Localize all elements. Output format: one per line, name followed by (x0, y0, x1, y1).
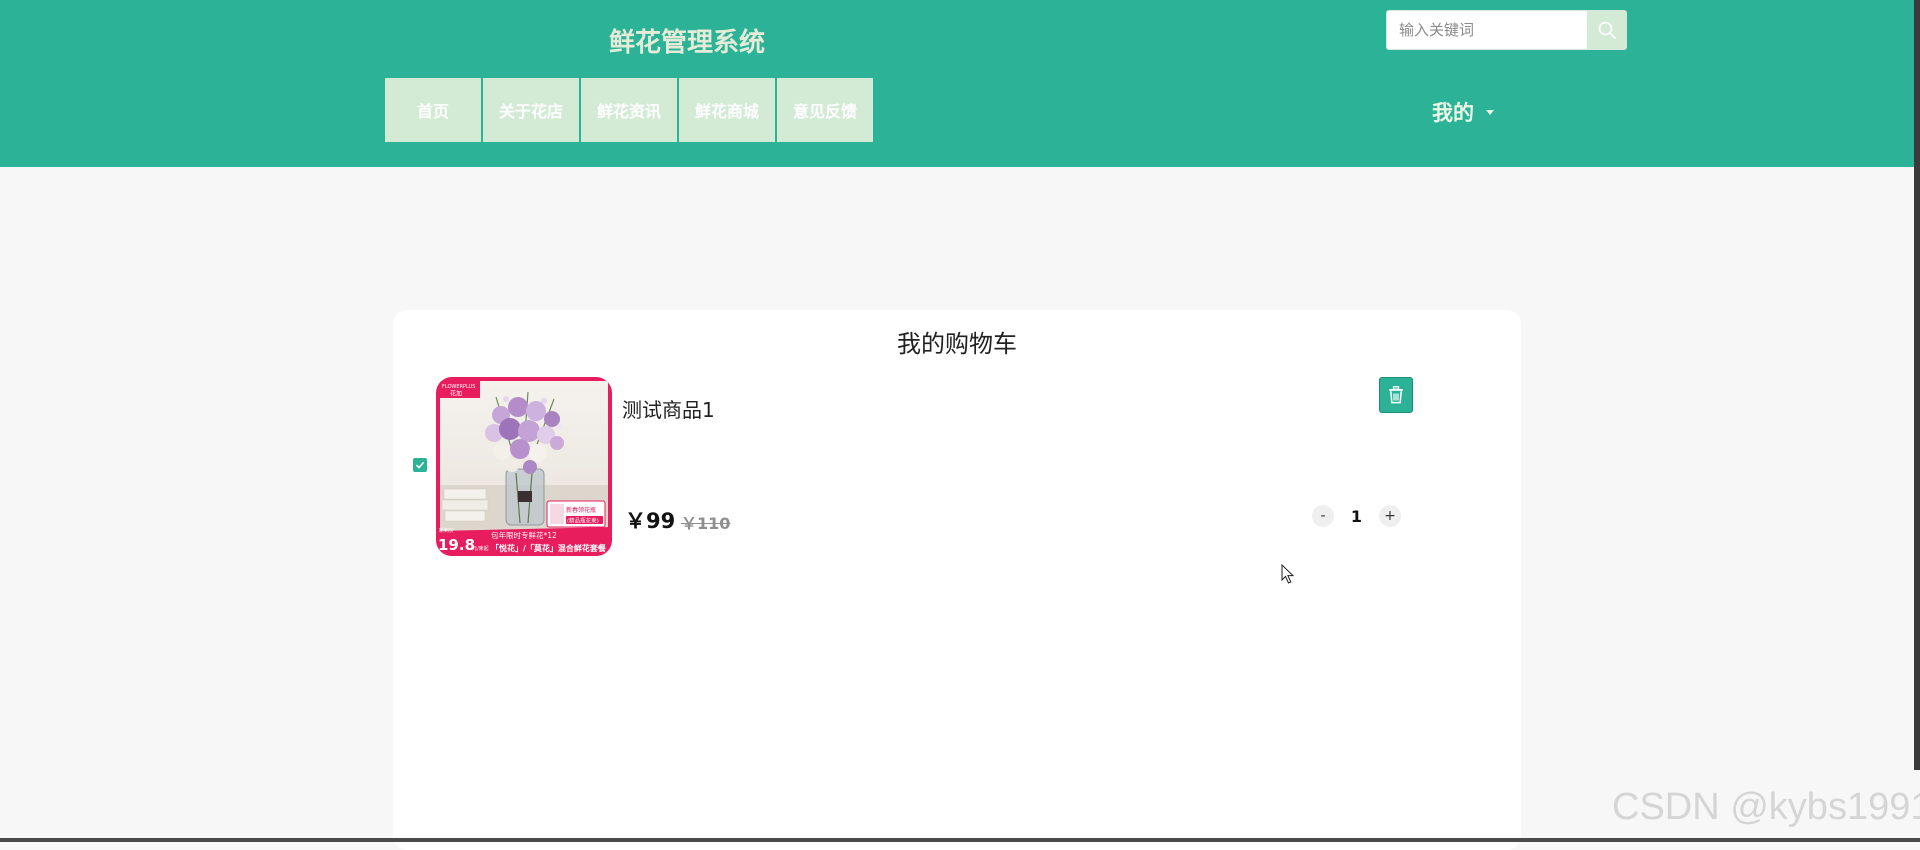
watermark: CSDN @kybs1991 (1612, 786, 1920, 828)
nav-item-feedback[interactable]: 意见反馈 (777, 78, 873, 142)
quantity-stepper: - 1 + (1312, 505, 1401, 527)
image-badge-prefix: 新到价 (439, 527, 454, 534)
image-brand-cn: 花加 (450, 390, 462, 398)
caret-down-icon (1486, 109, 1494, 115)
image-brand: FLOWERPLUS (442, 384, 475, 390)
site-title: 鲜花管理系统 (609, 28, 766, 58)
image-side-note: 新春领花瓶 (566, 506, 596, 514)
check-icon (415, 461, 425, 469)
product-image[interactable]: 新春领花瓶 (精品瓶花束) FLOWERPLUS 花加 包年限时专鲜花*12 「… (436, 377, 612, 556)
trash-icon (1389, 386, 1403, 404)
search-input[interactable] (1387, 11, 1589, 49)
image-badge-unit: 元/束起 (472, 546, 489, 552)
product-photo: 新春领花瓶 (精品瓶花束) FLOWERPLUS 花加 包年限时专鲜花*12 「… (436, 377, 612, 556)
search-box (1386, 10, 1627, 50)
nav-item-about[interactable]: 关于花店 (483, 78, 579, 142)
svg-text:(精品瓶花束): (精品瓶花束) (567, 517, 599, 525)
cart-panel: 我的购物车 新春领花瓶 (精品瓶花束) FLOWERPLUS 花加 包年限时专鲜… (393, 310, 1521, 850)
nav-item-news[interactable]: 鲜花资讯 (581, 78, 677, 142)
image-caption: 「悦花」/「莫花」混合鲜花套餐 (491, 543, 607, 553)
increment-button[interactable]: + (1379, 505, 1401, 527)
mouse-cursor-icon (1281, 563, 1295, 588)
decrement-button[interactable]: - (1312, 505, 1334, 527)
product-original-price: ￥110 (681, 514, 731, 533)
quantity-value: 1 (1350, 506, 1363, 526)
user-menu[interactable]: 我的 (1432, 97, 1494, 127)
product-name[interactable]: 测试商品1 (622, 394, 715, 423)
image-tag: 包年限时专鲜花*12 (491, 530, 557, 540)
product-price: ￥99 (625, 509, 676, 533)
search-button[interactable] (1587, 11, 1626, 49)
nav-item-home[interactable]: 首页 (385, 78, 481, 142)
vertical-scrollbar[interactable] (1914, 0, 1920, 770)
item-checkbox[interactable] (413, 458, 427, 472)
search-icon (1598, 21, 1616, 39)
user-menu-label: 我的 (1432, 101, 1474, 125)
cart-title: 我的购物车 (897, 330, 1017, 358)
delete-button[interactable] (1379, 377, 1413, 413)
bottom-edge (0, 838, 1920, 842)
main-nav: 首页 关于花店 鲜花资讯 鲜花商城 意见反馈 (385, 78, 875, 142)
top-header: 鲜花管理系统 首页 关于花店 鲜花资讯 鲜花商城 意见反馈 我的 (0, 0, 1914, 167)
image-price-badge: 19.8 (438, 536, 475, 554)
nav-item-shop[interactable]: 鲜花商城 (679, 78, 775, 142)
